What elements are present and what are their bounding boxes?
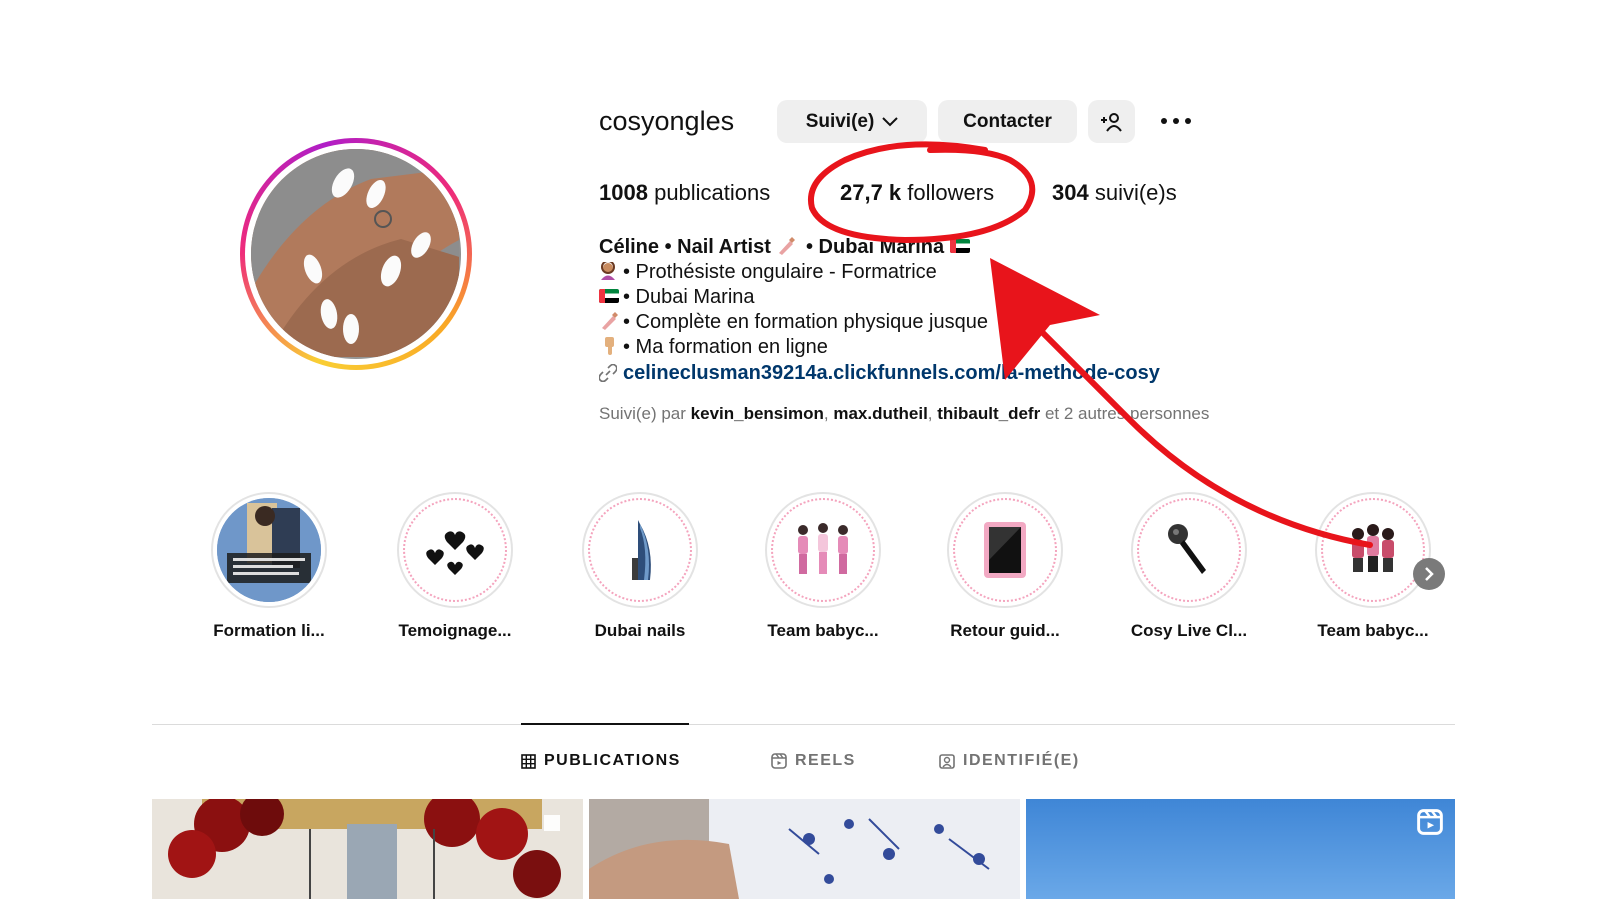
chevron-right-icon — [1425, 567, 1434, 581]
contact-button[interactable]: Contacter — [938, 100, 1077, 143]
bio-line-4-text: • Ma formation en ligne — [623, 336, 828, 358]
reels-icon — [771, 753, 787, 769]
nail-polish-icon — [776, 237, 796, 255]
followed-by-user[interactable]: thibault_defr — [937, 404, 1040, 423]
bio-line-1: • Prothésiste ongulaire - Formatrice — [599, 260, 937, 284]
highlight-label: Temoignage... — [398, 621, 512, 640]
post-image — [1026, 799, 1455, 899]
posts-count-stat: 1008 publications — [599, 180, 770, 206]
following-count: 304 — [1052, 180, 1089, 205]
story-highlight[interactable]: Temoignage... — [390, 492, 520, 641]
tab-label: IDENTIFIÉ(E) — [963, 752, 1080, 769]
post-thumbnail[interactable] — [589, 799, 1020, 899]
active-tab-indicator — [521, 723, 689, 725]
hearts-icon — [403, 498, 507, 602]
bio-line-3: • Complète en formation physique jusque — [599, 311, 988, 334]
tabs-divider — [152, 724, 1455, 725]
highlights-next-button[interactable] — [1413, 558, 1445, 590]
profile-avatar[interactable] — [240, 138, 472, 370]
highlight-label: Formation li... — [213, 621, 325, 640]
bio-external-link[interactable]: celineclusman39214a.clickfunnels.com/la-… — [598, 362, 1160, 385]
post-image — [589, 799, 1020, 899]
add-user-icon — [1100, 112, 1122, 132]
highlight-label: Dubai nails — [594, 621, 686, 640]
bio-line-2-text: • Dubai Marina — [623, 286, 755, 308]
story-highlight[interactable]: Cosy Live Cl... — [1124, 492, 1254, 641]
post-thumbnail[interactable] — [152, 799, 583, 899]
bio-line-3-text: • Complète en formation physique jusque — [623, 311, 988, 333]
tagged-icon — [939, 754, 955, 769]
following-stat-link[interactable]: 304 suivi(e)s — [1052, 180, 1177, 206]
bio-line-1-text: • Prothésiste ongulaire - Formatrice — [623, 261, 937, 283]
following-dropdown-button[interactable]: Suivi(e) — [777, 100, 927, 143]
grid-icon — [521, 753, 536, 769]
followed-by-text[interactable]: Suivi(e) par kevin_bensimon, max.dutheil… — [599, 404, 1209, 424]
story-highlight[interactable]: Retour guid... — [940, 492, 1070, 641]
reels-icon — [1417, 809, 1443, 835]
followers-stat-link[interactable]: 27,7 k followers — [840, 180, 994, 206]
uae-flag-icon — [949, 239, 970, 253]
woman-tipping-hand-icon — [599, 260, 619, 280]
highlight-label: Cosy Live Cl... — [1130, 621, 1248, 640]
nail-polish-icon — [599, 312, 619, 330]
story-highlight[interactable]: Formation li... — [204, 492, 334, 641]
tablet-icon — [953, 498, 1057, 602]
followers-label: followers — [907, 180, 995, 205]
microphone-icon — [1137, 498, 1241, 602]
story-highlight[interactable]: Dubai nails — [575, 492, 705, 641]
burj-al-arab-icon — [588, 498, 692, 602]
avatar-photo — [251, 149, 461, 359]
followers-count: 27,7 k — [840, 180, 902, 205]
followed-by-user[interactable]: max.dutheil — [833, 404, 927, 423]
more-options-button[interactable] — [1156, 106, 1196, 136]
followed-by-user[interactable]: kevin_bensimon — [691, 404, 824, 423]
tab-reels[interactable]: REELS — [771, 752, 856, 770]
highlight-label: Team babyc... — [1317, 621, 1429, 640]
bio-line-2: • Dubai Marina — [599, 286, 755, 309]
highlight-label: Retour guid... — [950, 621, 1060, 640]
suggested-users-button[interactable] — [1088, 100, 1135, 143]
photo-thumbnail — [217, 498, 321, 602]
pointing-down-icon — [599, 337, 619, 355]
team-people-icon — [771, 498, 875, 602]
following-label: suivi(e)s — [1094, 180, 1177, 205]
tab-tagged[interactable]: IDENTIFIÉ(E) — [939, 752, 1080, 770]
highlight-label: Team babyc... — [767, 621, 879, 640]
tab-label: REELS — [795, 752, 856, 769]
post-image — [152, 799, 583, 899]
following-button-label: Suivi(e) — [805, 110, 875, 132]
profile-username: cosyongles — [599, 106, 735, 136]
posts-count: 1008 — [599, 180, 648, 205]
chevron-down-icon — [882, 116, 899, 126]
bio-link-text: celineclusman39214a.clickfunnels.com/la-… — [623, 362, 1160, 384]
story-highlight[interactable]: Team babyc... — [758, 492, 888, 641]
bio-name-part1: Céline • Nail Artist — [599, 236, 771, 258]
post-thumbnail[interactable] — [1026, 799, 1455, 899]
tab-label: PUBLICATIONS — [544, 752, 681, 769]
posts-label: publications — [654, 180, 771, 205]
uae-flag-icon — [599, 289, 619, 303]
tab-publications[interactable]: PUBLICATIONS — [521, 752, 681, 770]
followed-by-suffix: et 2 autres personnes — [1044, 404, 1210, 423]
team-people-icon — [1321, 498, 1425, 602]
link-icon — [598, 363, 618, 383]
more-dots-icon — [1161, 118, 1191, 124]
contact-button-label: Contacter — [963, 110, 1052, 132]
bio-name-part2: • Dubai Marina — [805, 236, 945, 258]
bio-line-4: • Ma formation en ligne — [599, 336, 828, 359]
bio-display-name: Céline • Nail Artist • Dubai Marina — [599, 236, 970, 259]
followed-by-prefix: Suivi(e) par — [599, 404, 686, 423]
